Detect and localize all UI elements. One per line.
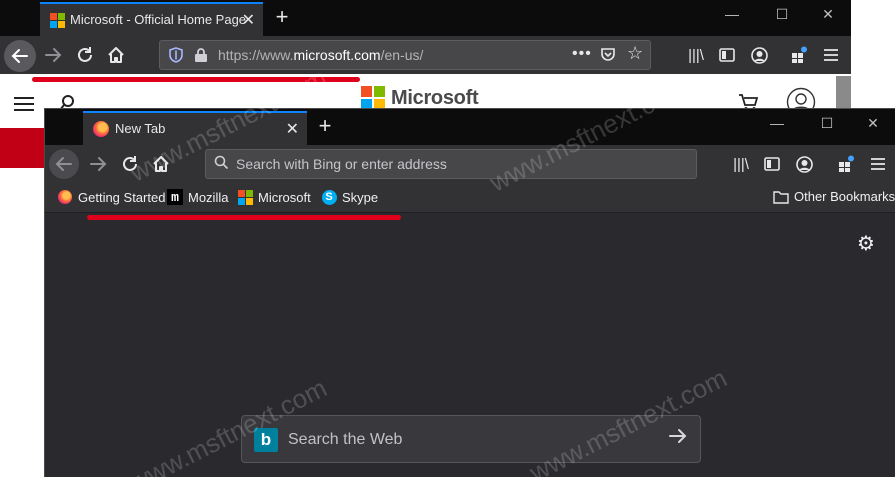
sidebar-button[interactable]	[714, 42, 740, 68]
other-bookmarks[interactable]: Other Bookmarks	[773, 189, 895, 204]
hamburger-icon	[871, 158, 885, 170]
pocket-icon[interactable]	[600, 47, 616, 63]
sidebar-icon	[719, 48, 735, 62]
account-button[interactable]	[791, 151, 817, 177]
home-button[interactable]	[148, 151, 174, 177]
front-tab-new-tab[interactable]: New Tab ✕	[83, 111, 307, 145]
bookmark-label: Microsoft	[258, 189, 311, 205]
arrow-right-icon[interactable]	[668, 426, 688, 446]
site-menu-icon[interactable]	[14, 97, 34, 115]
home-icon	[108, 47, 124, 63]
sidebar-button[interactable]	[759, 151, 785, 177]
bookmark-label: Mozilla	[188, 189, 229, 205]
firefox-icon	[93, 121, 109, 137]
bookmark-label: Skype	[342, 189, 379, 205]
bookmark-star-icon[interactable]: ☆	[627, 43, 643, 64]
back-nav-toolbar: https://www.microsoft.com/en-us/ ••• ☆ |…	[0, 36, 851, 74]
microsoft-logo-icon	[50, 13, 65, 28]
window-close-icon[interactable]: ✕	[863, 115, 883, 132]
folder-icon	[773, 190, 789, 204]
other-bookmarks-label: Other Bookmarks	[794, 189, 895, 204]
maximize-icon[interactable]: ☐	[817, 115, 837, 132]
bookmark-mozilla[interactable]: m Mozilla	[167, 189, 228, 205]
arrow-right-icon	[90, 157, 107, 171]
bookmark-getting-started[interactable]: Getting Started	[57, 189, 165, 205]
library-button[interactable]: |||\	[728, 151, 754, 177]
library-button[interactable]: |||\	[683, 42, 709, 68]
gear-icon[interactable]: ⚙	[857, 231, 875, 256]
arrow-left-icon	[11, 49, 28, 63]
home-button[interactable]	[103, 42, 129, 68]
arrow-right-icon	[45, 48, 62, 62]
web-search-box[interactable]: b	[241, 415, 701, 463]
page-actions-icon[interactable]: •••	[572, 45, 592, 63]
hamburger-icon	[824, 49, 838, 61]
search-icon	[214, 155, 229, 170]
scrollbar-thumb[interactable]	[836, 76, 851, 108]
bookmark-label: Getting Started	[78, 189, 166, 205]
skype-icon: S	[321, 189, 337, 205]
tracking-shield-icon[interactable]	[168, 47, 184, 63]
extensions-icon	[792, 46, 807, 63]
reload-button[interactable]	[72, 42, 98, 68]
minimize-icon[interactable]: —	[767, 115, 787, 131]
new-tab-button[interactable]: +	[313, 113, 337, 139]
sidebar-icon	[764, 157, 780, 171]
bookmark-skype[interactable]: S Skype	[321, 189, 378, 205]
library-icon: |||\	[733, 155, 749, 173]
web-search-input[interactable]	[286, 426, 646, 454]
front-browser-window: New Tab ✕ + — ☐ ✕ Search with Bing or en…	[44, 108, 895, 477]
bing-icon: b	[254, 428, 278, 452]
back-tab-strip: Microsoft - Official Home Page ✕ + — ☐ ✕	[0, 0, 851, 36]
account-icon	[795, 155, 813, 173]
window-close-icon[interactable]: ✕	[818, 6, 838, 23]
site-brand-text: Microsoft	[391, 86, 479, 109]
menu-button[interactable]	[818, 42, 844, 68]
extensions-icon	[839, 155, 854, 172]
home-icon	[153, 156, 169, 172]
firefox-icon	[57, 189, 73, 205]
mozilla-icon: m	[167, 189, 183, 205]
front-address-bar[interactable]	[205, 149, 697, 179]
reload-button[interactable]	[117, 151, 143, 177]
minimize-icon[interactable]: —	[722, 6, 742, 22]
extensions-button[interactable]	[786, 42, 812, 68]
address-url: https://www.microsoft.com/en-us/	[218, 47, 424, 63]
library-icon: |||\	[688, 46, 704, 64]
reload-icon	[123, 156, 137, 171]
site-hero-band	[0, 128, 44, 168]
back-address-bar[interactable]: https://www.microsoft.com/en-us/ ••• ☆	[159, 40, 651, 70]
menu-button[interactable]	[865, 151, 891, 177]
front-tab-strip: New Tab ✕ + — ☐ ✕	[45, 109, 895, 145]
back-button[interactable]	[4, 40, 36, 72]
bookmarks-toolbar: Getting Started m Mozilla Microsoft S Sk…	[45, 183, 895, 213]
front-tab-title: New Tab	[115, 121, 166, 136]
site-brand-logo[interactable]: Microsoft	[361, 86, 479, 110]
close-icon[interactable]: ✕	[242, 10, 255, 30]
highlight-underline-bookmarks	[87, 215, 401, 220]
back-tab-microsoft[interactable]: Microsoft - Official Home Page ✕	[40, 2, 263, 36]
extensions-button[interactable]	[833, 151, 859, 177]
arrow-left-icon	[55, 157, 72, 171]
close-icon[interactable]: ✕	[286, 119, 299, 139]
microsoft-logo-icon	[237, 189, 253, 205]
new-tab-button[interactable]: +	[270, 4, 294, 30]
account-icon	[750, 46, 768, 64]
bookmark-microsoft[interactable]: Microsoft	[237, 189, 311, 205]
account-button[interactable]	[746, 42, 772, 68]
address-input[interactable]	[234, 152, 684, 176]
lock-icon[interactable]	[194, 47, 208, 63]
maximize-icon[interactable]: ☐	[772, 6, 792, 23]
reload-icon	[78, 47, 92, 62]
highlight-underline-address	[32, 77, 360, 82]
forward-button[interactable]	[85, 151, 111, 177]
back-tab-title: Microsoft - Official Home Page	[70, 12, 247, 27]
back-button[interactable]	[49, 149, 79, 179]
forward-button[interactable]	[40, 42, 66, 68]
microsoft-logo-icon	[361, 86, 385, 110]
front-nav-toolbar: |||\	[45, 145, 895, 183]
